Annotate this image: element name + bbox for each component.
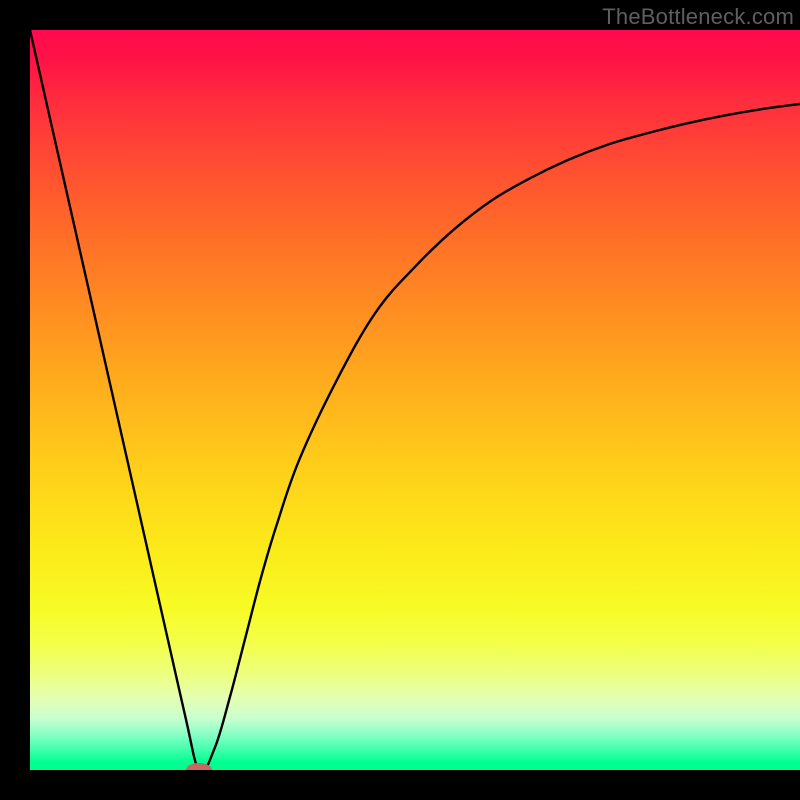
curve-layer: [30, 30, 800, 770]
watermark-text: TheBottleneck.com: [602, 4, 794, 30]
plot-area: [30, 30, 800, 770]
chart-frame: TheBottleneck.com: [0, 0, 800, 800]
bottleneck-curve: [30, 30, 800, 770]
